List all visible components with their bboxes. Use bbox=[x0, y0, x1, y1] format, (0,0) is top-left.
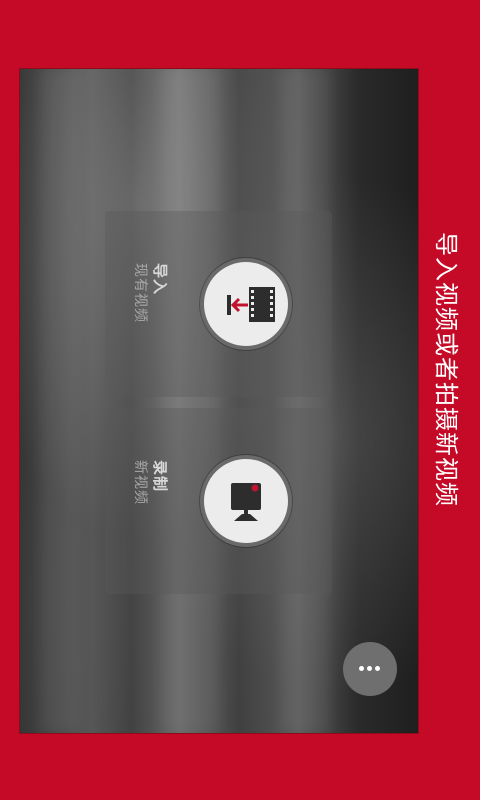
more-options-button[interactable] bbox=[343, 642, 397, 696]
page-title: 导入视频或者拍摄新视频 bbox=[432, 232, 460, 507]
import-video-card[interactable]: 导入 现有视频 bbox=[105, 211, 332, 397]
record-card-text: 录制 新视频 bbox=[129, 458, 179, 548]
import-card-text: 导入 现有视频 bbox=[129, 261, 179, 351]
record-label: 录制 bbox=[151, 460, 169, 493]
import-sublabel: 现有视频 bbox=[132, 263, 148, 323]
preview-blur-stripe bbox=[280, 69, 330, 733]
camera-preview: 导入 现有视频 录制 新视频 bbox=[19, 68, 419, 734]
more-dots-icon bbox=[343, 642, 397, 696]
import-button[interactable] bbox=[200, 258, 292, 350]
record-sublabel: 新视频 bbox=[132, 460, 148, 505]
import-film-icon bbox=[227, 287, 275, 322]
preview-blur-stripe bbox=[40, 69, 80, 733]
video-camera-icon bbox=[231, 483, 261, 521]
record-button[interactable] bbox=[200, 455, 292, 547]
record-video-card[interactable]: 录制 新视频 bbox=[105, 408, 332, 594]
import-label: 导入 bbox=[151, 263, 169, 296]
preview-blur-stripe bbox=[160, 69, 220, 733]
